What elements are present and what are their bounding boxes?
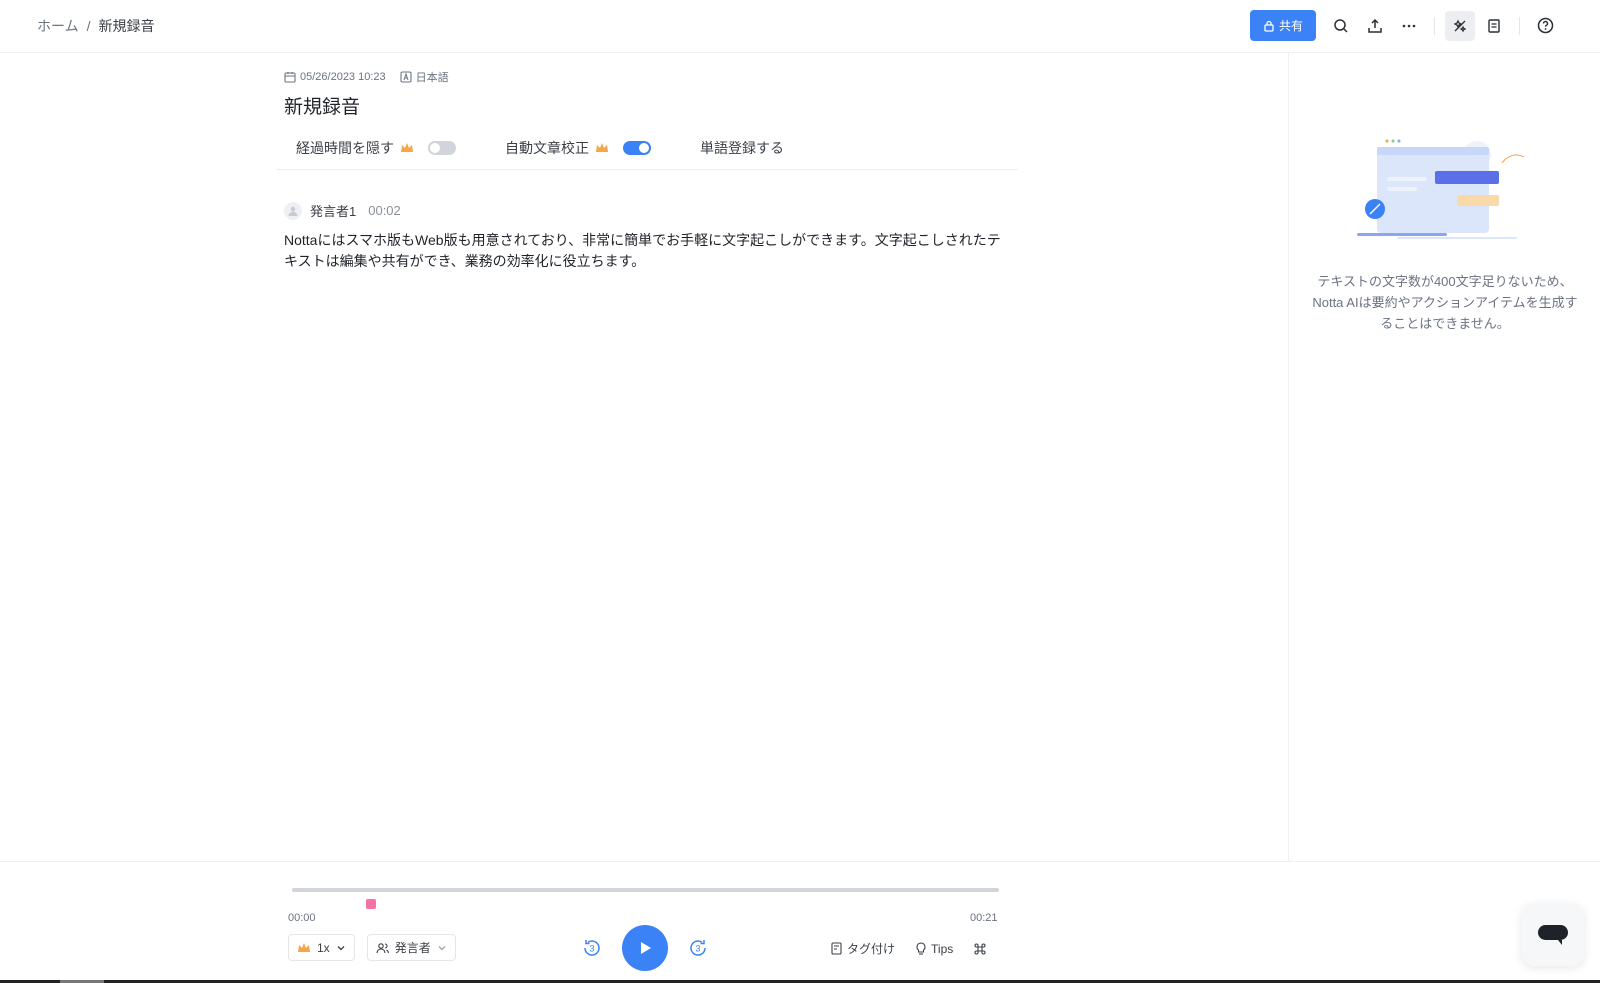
breadcrumb-current: 新規録音 — [98, 18, 155, 34]
avatar[interactable] — [284, 201, 302, 220]
search-button[interactable] — [1326, 11, 1356, 41]
chat-icon — [1538, 925, 1568, 945]
top-actions: 共有 — [1250, 10, 1562, 41]
speed-value: 1x — [317, 940, 330, 955]
playback-track[interactable] — [292, 888, 999, 892]
recording-datetime: 05/26/2023 10:23 — [300, 71, 386, 83]
breadcrumb: ホーム / 新規録音 — [37, 16, 154, 36]
time-start: 00:00 — [288, 912, 316, 924]
more-icon — [1402, 24, 1416, 27]
time-end: 00:21 — [970, 912, 998, 924]
tag-button[interactable]: タグ付け — [830, 940, 895, 957]
speaker-name[interactable]: 発言者1 — [310, 201, 356, 220]
page-title[interactable]: 新規録音 — [284, 92, 360, 119]
ai-tools-button[interactable] — [1445, 10, 1475, 41]
auto-correct-toggle[interactable] — [623, 141, 651, 155]
lock-icon — [1264, 20, 1274, 32]
hide-time-option: 経過時間を隠す — [296, 138, 456, 158]
ai-summary-panel: テキストの文字数が400文字足りないため、Notta AIは要約やアクションアイ… — [1288, 53, 1600, 861]
auto-correct-label: 自動文章校正 — [505, 140, 589, 156]
recording-meta: 05/26/2023 10:23 日本語 — [284, 69, 449, 85]
crown-icon — [298, 942, 310, 952]
speed-select[interactable]: 1x — [288, 934, 355, 961]
search-icon — [1334, 18, 1348, 33]
skip-forward-button[interactable]: 3 — [686, 936, 710, 960]
help-button[interactable] — [1530, 11, 1560, 41]
tag-icon — [831, 942, 842, 955]
tips-button[interactable]: Tips — [915, 942, 953, 956]
skip-forward-seconds: 3 — [695, 944, 700, 954]
player-left-controls: 1x 発言者 — [288, 934, 456, 961]
playback-marker[interactable] — [366, 899, 376, 909]
transcript-options: 経過時間を隠す 自動文章校正 単語登録する — [276, 130, 1018, 170]
hide-time-toggle[interactable] — [428, 141, 456, 155]
export-button[interactable] — [1360, 11, 1390, 41]
crown-icon — [596, 143, 608, 152]
breadcrumb-home[interactable]: ホーム — [37, 16, 79, 36]
audio-player: 00:00 00:21 1x 発言者 3 3 タグ付け Tips — [0, 861, 1600, 983]
share-button[interactable]: 共有 — [1250, 10, 1316, 41]
chevron-down-icon — [337, 945, 345, 950]
ai-unavailable-message: テキストの文字数が400文字足りないため、Notta AIは要約やアクションアイ… — [1312, 274, 1578, 331]
skip-back-seconds: 3 — [589, 944, 594, 954]
transcript-text[interactable]: Nottaにはスマホ版もWeb版も用意されており、非常に簡単でお手軽に文字起こし… — [284, 230, 1006, 272]
notes-button[interactable] — [1479, 11, 1509, 41]
share-label: 共有 — [1278, 19, 1303, 33]
breadcrumb-separator: / — [86, 18, 91, 34]
more-button[interactable] — [1394, 11, 1424, 41]
calendar-icon — [284, 72, 296, 83]
hide-time-label: 経過時間を隠す — [296, 140, 394, 156]
recording-date: 05/26/2023 10:23 — [284, 71, 386, 83]
tag-label: タグ付け — [847, 942, 896, 956]
chat-support-button[interactable] — [1522, 904, 1584, 966]
tips-label: Tips — [931, 941, 954, 956]
player-center-controls: 3 3 — [580, 925, 710, 971]
lightbulb-icon — [916, 942, 926, 955]
chevron-down-icon — [438, 945, 446, 950]
play-button[interactable] — [622, 925, 668, 971]
users-icon — [376, 942, 389, 953]
auto-correct-option: 自動文章校正 — [505, 138, 651, 158]
export-icon — [1368, 18, 1382, 33]
language-label: 日本語 — [415, 72, 449, 84]
recording-language[interactable]: 日本語 — [400, 69, 449, 85]
speaker-filter-label: 発言者 — [394, 941, 431, 955]
command-icon — [974, 942, 986, 955]
shortcuts-button[interactable] — [973, 942, 987, 956]
player-right-controls: タグ付け Tips — [830, 940, 987, 957]
notes-icon — [1488, 18, 1500, 33]
crown-icon — [401, 143, 413, 152]
toolbar-divider — [1434, 16, 1435, 35]
speaker-row: 発言者1 00:02 — [284, 201, 401, 220]
speaker-filter-select[interactable]: 発言者 — [366, 934, 456, 961]
skip-back-button[interactable]: 3 — [580, 936, 604, 960]
ai-tools-icon — [1453, 19, 1467, 32]
user-icon — [288, 206, 298, 216]
language-icon — [400, 71, 412, 83]
rewind-icon: 3 — [584, 940, 600, 956]
register-words-link[interactable]: 単語登録する — [700, 138, 784, 158]
help-icon — [1537, 17, 1553, 34]
top-bar: ホーム / 新規録音 共有 — [0, 0, 1600, 53]
play-icon — [641, 942, 651, 954]
speaker-timestamp[interactable]: 00:02 — [368, 203, 401, 218]
ai-illustration-icon — [1357, 139, 1525, 239]
forward-icon: 3 — [690, 940, 706, 956]
toolbar-divider — [1519, 16, 1520, 35]
